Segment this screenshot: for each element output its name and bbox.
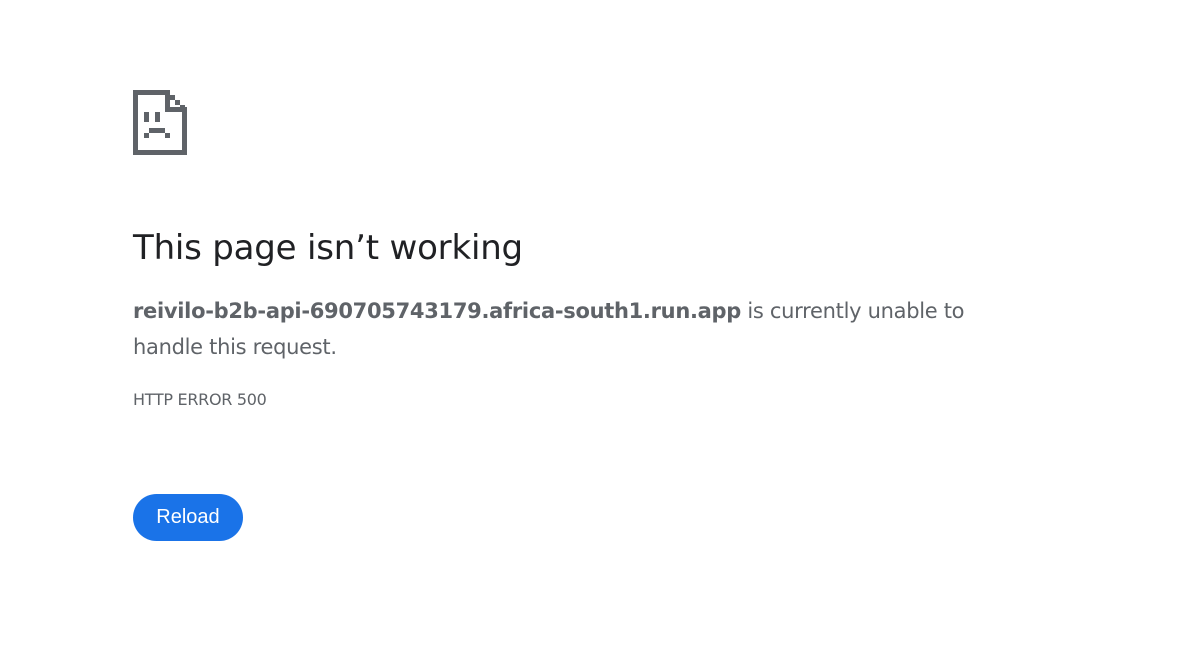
page-title: This page isn’t working: [133, 228, 523, 268]
host-name: reivilo-b2b-api-690705743179.africa-sout…: [133, 299, 741, 323]
sad-page-icon: [133, 90, 187, 155]
error-page: This page isn’t working reivilo-b2b-api-…: [0, 0, 1177, 660]
error-summary: reivilo-b2b-api-690705743179.africa-sout…: [133, 293, 1033, 365]
error-code: HTTP ERROR 500: [133, 390, 267, 409]
reload-button[interactable]: Reload: [133, 494, 243, 541]
